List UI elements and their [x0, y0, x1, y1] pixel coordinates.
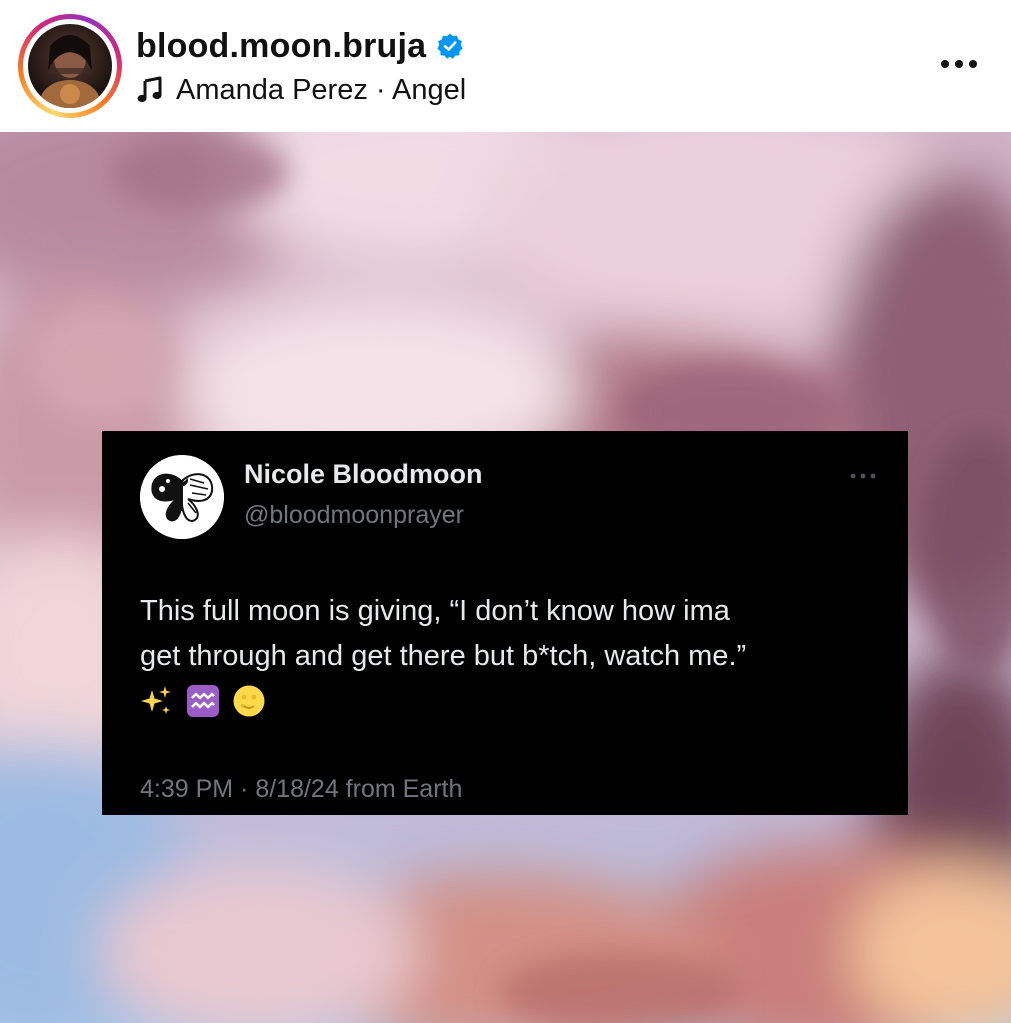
- tweet-text-line: get through and get there but b*tch, wat…: [140, 640, 747, 672]
- username[interactable]: blood.moon.bruja: [136, 27, 426, 66]
- tweet-avatar[interactable]: [140, 455, 224, 539]
- music-note-icon: [136, 76, 164, 104]
- tweet-timestamp: 4:39 PM · 8/18/24 from Earth: [140, 775, 463, 803]
- audio-title: Amanda Perez · Angel: [176, 73, 467, 106]
- tweet-handle[interactable]: @bloodmoonprayer: [244, 501, 464, 530]
- tweet-card: Nicole Bloodmoon @bloodmoonprayer This f…: [102, 431, 908, 815]
- aquarius-icon: [186, 684, 220, 718]
- sparkles-icon: [140, 684, 174, 718]
- butterfly-moon-icon: [140, 455, 224, 539]
- tweet-text-line: This full moon is giving, “I don’t know …: [140, 595, 730, 627]
- instagram-post: blood.moon.bruja Amanda Perez · Angel Ni…: [0, 0, 1011, 1023]
- tweet-emojis: [140, 683, 278, 719]
- avatar-image: [40, 35, 100, 108]
- avatar[interactable]: [28, 24, 112, 108]
- more-options-icon[interactable]: [937, 50, 981, 78]
- post-header: blood.moon.bruja Amanda Perez · Angel: [0, 0, 1011, 132]
- audio-link[interactable]: Amanda Perez · Angel: [136, 72, 466, 108]
- tweet-display-name[interactable]: Nicole Bloodmoon: [244, 459, 483, 490]
- full-moon-face-icon: [232, 684, 266, 718]
- tweet-text: This full moon is giving, “I don’t know …: [140, 589, 880, 679]
- story-ring[interactable]: [18, 14, 122, 118]
- verified-badge-icon: [436, 32, 464, 60]
- tweet-more-icon: [848, 469, 878, 481]
